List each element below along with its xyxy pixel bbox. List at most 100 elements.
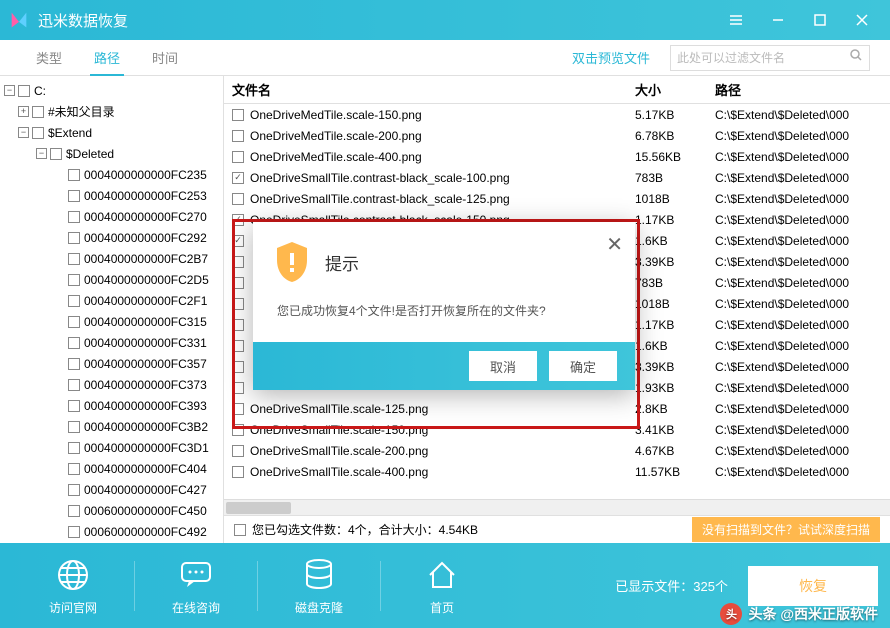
- app-title: 迅米数据恢复: [38, 10, 128, 31]
- status-shown: 已显示文件：325个: [615, 576, 728, 595]
- search-wrap: [670, 45, 870, 71]
- file-checkbox[interactable]: [232, 130, 244, 142]
- tree-leaf[interactable]: 0004000000000FC253: [0, 185, 223, 206]
- col-size[interactable]: 大小: [635, 80, 715, 99]
- tree-leaf[interactable]: 0004000000000FC393: [0, 395, 223, 416]
- maximize-button[interactable]: [800, 0, 840, 40]
- file-row[interactable]: OneDriveSmallTile.scale-200.png4.67KBC:\…: [224, 440, 890, 461]
- file-name: OneDriveSmallTile.scale-400.png: [250, 465, 635, 479]
- file-path: C:\$Extend\$Deleted\000: [715, 444, 890, 458]
- tree-leaf[interactable]: 0004000000000FC3D1: [0, 437, 223, 458]
- file-name: OneDriveMedTile.scale-400.png: [250, 150, 635, 164]
- file-name: OneDriveMedTile.scale-150.png: [250, 108, 635, 122]
- file-row[interactable]: OneDriveMedTile.scale-400.png15.56KBC:\$…: [224, 146, 890, 167]
- tree-leaf[interactable]: 0004000000000FC2F1: [0, 290, 223, 311]
- file-size: 1.17KB: [635, 318, 715, 332]
- globe-icon: [56, 555, 90, 595]
- dialog-ok-button[interactable]: 确定: [549, 351, 617, 381]
- tab-path[interactable]: 路径: [78, 40, 136, 76]
- tree-leaf[interactable]: 0004000000000FC235: [0, 164, 223, 185]
- file-path: C:\$Extend\$Deleted\000: [715, 213, 890, 227]
- search-input[interactable]: [677, 51, 849, 65]
- tree-leaf[interactable]: 0004000000000FC331: [0, 332, 223, 353]
- col-filename[interactable]: 文件名: [232, 80, 635, 99]
- tree-leaf[interactable]: 0004000000000FC292: [0, 227, 223, 248]
- col-path[interactable]: 路径: [715, 80, 890, 99]
- sidebar-tree[interactable]: −C: +#未知父目录 −$Extend −$Deleted 000400000…: [0, 76, 224, 543]
- file-name: OneDriveMedTile.scale-200.png: [250, 129, 635, 143]
- dialog-cancel-button[interactable]: 取消: [469, 351, 537, 381]
- file-checkbox[interactable]: [232, 193, 244, 205]
- file-path: C:\$Extend\$Deleted\000: [715, 339, 890, 353]
- tree-leaf[interactable]: 0004000000000FC427: [0, 479, 223, 500]
- file-size: 3.39KB: [635, 360, 715, 374]
- horizontal-scrollbar[interactable]: [224, 499, 890, 515]
- action-chat[interactable]: 在线咨询: [135, 555, 257, 616]
- select-all-checkbox[interactable]: [234, 524, 246, 536]
- file-size: 783B: [635, 171, 715, 185]
- file-name: OneDriveSmallTile.contrast-black_scale-1…: [250, 171, 635, 185]
- file-size: 1018B: [635, 297, 715, 311]
- tab-type[interactable]: 类型: [20, 40, 78, 76]
- file-size: 1018B: [635, 192, 715, 206]
- dialog-title: 提示: [325, 250, 359, 275]
- file-size: 11.57KB: [635, 465, 715, 479]
- file-path: C:\$Extend\$Deleted\000: [715, 129, 890, 143]
- file-checkbox[interactable]: [232, 445, 244, 457]
- file-size: 6.78KB: [635, 129, 715, 143]
- file-checkbox[interactable]: [232, 172, 244, 184]
- tree-node[interactable]: +#未知父目录: [0, 101, 223, 122]
- file-name: OneDriveSmallTile.contrast-black_scale-1…: [250, 192, 635, 206]
- file-path: C:\$Extend\$Deleted\000: [715, 192, 890, 206]
- file-row[interactable]: OneDriveMedTile.scale-150.png5.17KBC:\$E…: [224, 104, 890, 125]
- file-size: 1.6KB: [635, 234, 715, 248]
- file-path: C:\$Extend\$Deleted\000: [715, 318, 890, 332]
- tree-root[interactable]: −C:: [0, 80, 223, 101]
- dialog-close-icon[interactable]: ✕: [606, 232, 623, 257]
- file-row[interactable]: OneDriveSmallTile.contrast-black_scale-1…: [224, 167, 890, 188]
- tree-leaf[interactable]: 0004000000000FC2B7: [0, 248, 223, 269]
- file-size: 1.93KB: [635, 381, 715, 395]
- file-path: C:\$Extend\$Deleted\000: [715, 381, 890, 395]
- tab-time[interactable]: 时间: [136, 40, 194, 76]
- action-website[interactable]: 访问官网: [12, 555, 134, 616]
- home-icon: [426, 555, 458, 595]
- deep-scan-link[interactable]: 没有扫描到文件？试试深度扫描: [692, 517, 880, 542]
- file-row[interactable]: OneDriveSmallTile.contrast-black_scale-1…: [224, 188, 890, 209]
- tree-leaf[interactable]: 0004000000000FC404: [0, 458, 223, 479]
- file-checkbox[interactable]: [232, 109, 244, 121]
- file-path: C:\$Extend\$Deleted\000: [715, 108, 890, 122]
- tree-leaf[interactable]: 0004000000000FC270: [0, 206, 223, 227]
- tabbar: 类型 路径 时间 双击预览文件: [0, 40, 890, 76]
- tree-leaf[interactable]: 0004000000000FC3B2: [0, 416, 223, 437]
- file-checkbox[interactable]: [232, 151, 244, 163]
- recover-button[interactable]: 恢复: [748, 566, 878, 606]
- file-size: 5.17KB: [635, 108, 715, 122]
- file-row[interactable]: OneDriveMedTile.scale-200.png6.78KBC:\$E…: [224, 125, 890, 146]
- tree-leaf[interactable]: 0006000000000FC505: [0, 542, 223, 543]
- preview-hint: 双击预览文件: [572, 48, 650, 67]
- search-icon[interactable]: [849, 48, 863, 67]
- menu-icon[interactable]: [716, 0, 756, 40]
- tree-node[interactable]: −$Extend: [0, 122, 223, 143]
- tree-node[interactable]: −$Deleted: [0, 143, 223, 164]
- tree-leaf[interactable]: 0006000000000FC492: [0, 521, 223, 542]
- tree-leaf[interactable]: 0004000000000FC373: [0, 374, 223, 395]
- action-home[interactable]: 首页: [381, 555, 503, 616]
- table-header: 文件名 大小 路径: [224, 76, 890, 104]
- tree-leaf[interactable]: 0004000000000FC2D5: [0, 269, 223, 290]
- titlebar: 迅米数据恢复: [0, 0, 890, 40]
- close-button[interactable]: [842, 0, 882, 40]
- file-size: 783B: [635, 276, 715, 290]
- file-path: C:\$Extend\$Deleted\000: [715, 276, 890, 290]
- file-checkbox[interactable]: [232, 466, 244, 478]
- minimize-button[interactable]: [758, 0, 798, 40]
- tree-leaf[interactable]: 0004000000000FC315: [0, 311, 223, 332]
- tree-leaf[interactable]: 0004000000000FC357: [0, 353, 223, 374]
- file-path: C:\$Extend\$Deleted\000: [715, 423, 890, 437]
- tree-leaf[interactable]: 0006000000000FC450: [0, 500, 223, 521]
- file-row[interactable]: OneDriveSmallTile.scale-400.png11.57KBC:…: [224, 461, 890, 482]
- file-size: 1.6KB: [635, 339, 715, 353]
- action-clone[interactable]: 磁盘克隆: [258, 555, 380, 616]
- file-name: OneDriveSmallTile.scale-200.png: [250, 444, 635, 458]
